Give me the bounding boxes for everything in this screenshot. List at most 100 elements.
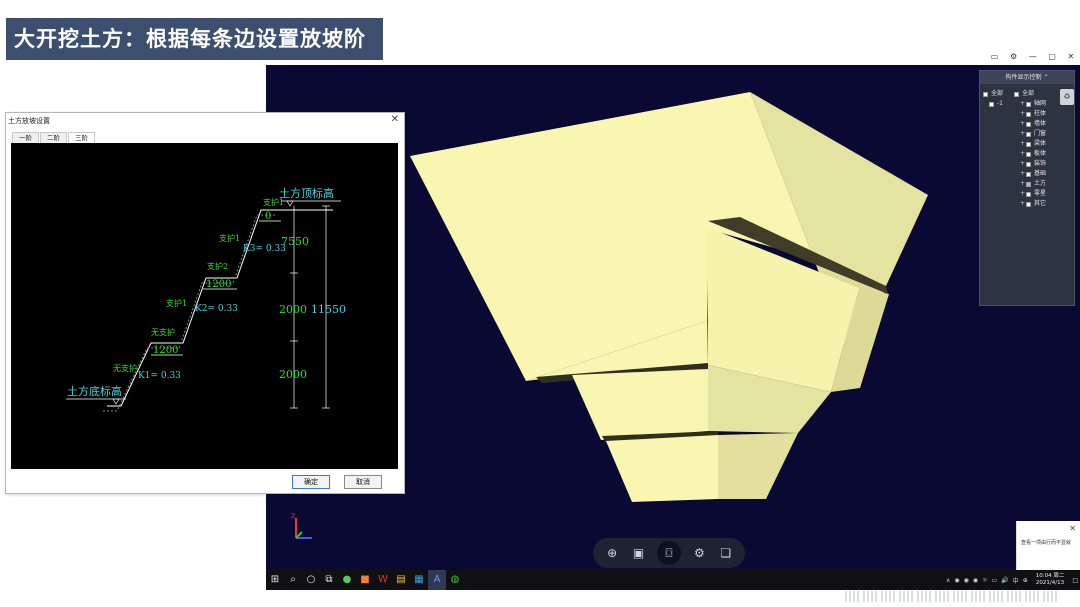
tray-icon[interactable]: ◉ [954, 577, 959, 584]
support-label: 无支护 [151, 327, 175, 337]
watermark-glyph [863, 590, 877, 602]
cube-view-icon[interactable]: ▣ [631, 545, 647, 561]
slope-ratio-label: K3= 0.33 [243, 244, 286, 254]
minimize-icon[interactable]: — [1029, 52, 1037, 64]
checkbox[interactable] [1026, 151, 1031, 157]
checkbox[interactable] [1026, 111, 1031, 117]
notification-popup: ✕ 查看一项由行而不显就 [1016, 521, 1080, 571]
app-icon[interactable]: ● [338, 570, 356, 590]
checkbox[interactable] [1026, 201, 1031, 207]
tier-lower-face [572, 369, 708, 440]
axis-indicator: Z [288, 512, 318, 546]
active-app-icon[interactable]: A [428, 570, 446, 590]
clipboard-icon[interactable]: ❏ [718, 545, 734, 561]
ime-icon[interactable]: 中 [1013, 576, 1019, 585]
close-icon[interactable]: ✕ [1067, 52, 1074, 64]
tree-item[interactable]: + 土方 [1014, 179, 1046, 189]
tray-icon[interactable]: ☼ [982, 577, 987, 584]
checkbox[interactable] [1026, 101, 1031, 107]
watermark-glyph [917, 590, 931, 602]
berm-width-label: 1200 [206, 279, 231, 290]
notification-close-icon[interactable]: ✕ [1069, 524, 1076, 533]
checkbox[interactable] [1026, 131, 1031, 137]
cortana-icon[interactable]: ○ [302, 570, 320, 590]
clock-date: 2021/4/13 [1035, 580, 1065, 586]
task-view-icon[interactable]: ⧉ [320, 570, 338, 590]
tree-item[interactable]: + 零星 [1014, 189, 1046, 199]
windows-start-icon[interactable]: ⊞ [266, 570, 284, 590]
clock[interactable]: 10:04 周二 2021/4/13 [1036, 573, 1065, 587]
checkbox[interactable] [1026, 141, 1031, 147]
view-toolbar: ⊕ ▣ ⌼ ⚙ ❏ [593, 538, 745, 568]
berm-width-label: 0 [265, 211, 271, 222]
wechat-icon[interactable]: ◍ [446, 570, 464, 590]
wps-icon[interactable]: W [374, 570, 392, 590]
dialog-close-icon[interactable]: ✕ [391, 114, 399, 125]
checkbox[interactable] [1026, 171, 1031, 177]
watermark-glyph [953, 590, 967, 602]
search-icon[interactable]: ⌕ [284, 570, 302, 590]
app-icon[interactable]: ▦ [410, 570, 428, 590]
tree-item[interactable]: -1 [983, 99, 1003, 109]
tree-item[interactable]: + 轴网 [1014, 99, 1046, 109]
tier-height-label: 2000 [279, 368, 307, 381]
watermark-glyph [1007, 590, 1021, 602]
axis-z-label: Z [291, 513, 295, 520]
cancel-button[interactable]: 取消 [344, 475, 382, 489]
gear-icon[interactable]: ⚙ [691, 545, 707, 561]
system-tray: ∧ ◉ ◉ ◉ ☼ ▭ 🔊 中 ⊕ 10:04 周二 2021/4/13 □ [944, 570, 1080, 590]
checkbox-checked[interactable] [1026, 181, 1031, 187]
tree-item[interactable]: + 梁体 [1014, 139, 1046, 149]
window-controls: ▭ ⚙ — ▢ ✕ [985, 52, 1080, 64]
support-label: 支护1 [219, 233, 240, 243]
checkbox[interactable] [989, 101, 994, 107]
checkbox[interactable] [1026, 161, 1031, 167]
maximize-icon[interactable]: ▢ [1048, 52, 1056, 64]
tree-item[interactable]: + 基础 [1014, 169, 1046, 179]
tree-item[interactable]: 全部 [1014, 89, 1046, 99]
tree-item[interactable]: + 其它 [1014, 199, 1046, 209]
checkbox[interactable] [1014, 91, 1019, 97]
slope-ratio-label: K2= 0.33 [195, 304, 238, 314]
tier-height-label: 7550 [281, 235, 309, 248]
tier-height-label: 2000 [279, 303, 307, 316]
watermark-glyph [1043, 590, 1057, 602]
watermark-glyph [899, 590, 913, 602]
settings-icon[interactable]: ⚙ [1010, 52, 1017, 64]
notification-center-icon[interactable]: □ [1072, 577, 1078, 584]
panel-header[interactable]: 构件显示控制 ⌃ [980, 71, 1074, 84]
support-label: 无支护 [113, 363, 137, 373]
globe-icon[interactable]: ⊕ [604, 545, 620, 561]
watermark-glyph [845, 590, 859, 602]
tree-item[interactable]: + 门窗 [1014, 129, 1046, 139]
total-height-label: 11550 [311, 303, 346, 316]
restore-icon[interactable]: ▭ [991, 52, 999, 64]
tray-icon[interactable]: ▭ [992, 577, 998, 584]
tree-item[interactable]: + 装饰 [1014, 159, 1046, 169]
ok-button[interactable]: 确定 [292, 475, 330, 489]
tree-item[interactable]: + 柱体 [1014, 109, 1046, 119]
slope-ratio-label: K1= 0.33 [138, 371, 181, 381]
recycle-icon[interactable]: ♻ [1060, 89, 1074, 105]
component-tree: 全部 + 轴网 + 柱体 + 墙体 + 门窗 + 梁体 + 板体 + 装饰 + 基础 + 土方 +… [1014, 89, 1046, 209]
watermark-glyph [1025, 590, 1039, 602]
watermark-glyph [989, 590, 1003, 602]
watermark-glyph [971, 590, 985, 602]
checkbox[interactable] [1026, 191, 1031, 197]
tray-icon[interactable]: ⊕ [1023, 577, 1028, 584]
tree-item[interactable]: + 墙体 [1014, 119, 1046, 129]
app-icon[interactable]: ■ [356, 570, 374, 590]
taskbar: ⊞ ⌕ ○ ⧉ ● ■ W ▤ ▦ A ◍ ∧ ◉ ◉ ◉ ☼ ▭ 🔊 中 ⊕ … [266, 570, 1080, 590]
checkbox[interactable] [983, 91, 988, 97]
camera-icon[interactable]: ⌼ [656, 541, 681, 565]
tray-icon[interactable]: ∧ [946, 577, 950, 584]
checkbox[interactable] [1026, 121, 1031, 127]
dialog-title: 土方放坡设置 [8, 117, 50, 125]
explorer-icon[interactable]: ▤ [392, 570, 410, 590]
tray-icon[interactable]: ◉ [964, 577, 969, 584]
tray-icon[interactable]: ◉ [973, 577, 978, 584]
volume-icon[interactable]: 🔊 [1001, 577, 1008, 584]
tree-item[interactable]: + 板体 [1014, 149, 1046, 159]
tree-item[interactable]: 全部 [983, 89, 1003, 99]
slope-settings-dialog: 土方放坡设置 ✕ 一阶 二阶 三阶 土方顶标高 土方底标高 支护1 支护1 支护… [5, 112, 405, 494]
